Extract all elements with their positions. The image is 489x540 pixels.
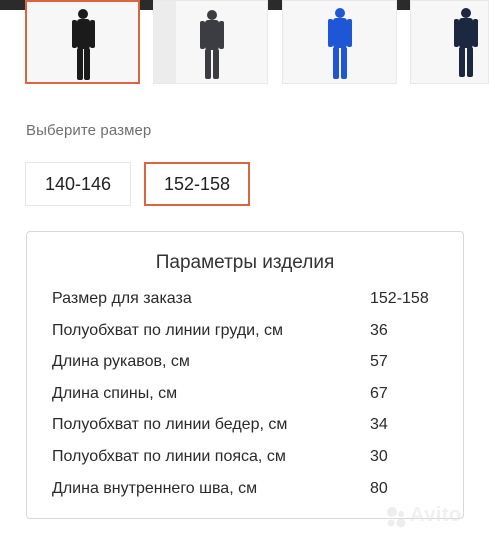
thumbnail-blue-thermal-set[interactable] bbox=[282, 0, 397, 84]
product-gallery-thumbnails bbox=[0, 0, 489, 86]
param-value: 152-158 bbox=[370, 290, 429, 307]
thumbnail-black-thermal-set[interactable] bbox=[25, 0, 140, 84]
size-option-152-158[interactable]: 152-158 bbox=[144, 162, 250, 206]
param-name: Длина спины, см bbox=[52, 385, 178, 402]
product-params-card: Параметры изделия Размер для заказа 152-… bbox=[26, 231, 464, 519]
param-name: Полуобхват по линии груди, см bbox=[52, 322, 283, 339]
choose-size-label: Выберите размер bbox=[26, 122, 152, 139]
thumbnail-gray-thermal-set[interactable] bbox=[153, 0, 268, 84]
param-value: 36 bbox=[370, 322, 388, 339]
blue-thermal-set-image bbox=[328, 8, 352, 79]
param-name: Длина рукавов, см bbox=[52, 353, 190, 370]
param-value: 67 bbox=[370, 385, 388, 402]
param-name: Размер для заказа bbox=[52, 290, 192, 307]
navy-thermal-set-image bbox=[454, 8, 478, 77]
param-name: Полуобхват по линии пояса, см bbox=[52, 448, 286, 465]
param-value: 34 bbox=[370, 416, 388, 433]
avito-watermark: Avito bbox=[384, 503, 480, 529]
watermark-text: Avito bbox=[410, 504, 462, 526]
param-value: 57 bbox=[370, 353, 388, 370]
param-value: 80 bbox=[370, 480, 388, 497]
param-row: Полуобхват по линии бедер, см 34 bbox=[52, 416, 452, 440]
param-row: Полуобхват по линии пояса, см 30 bbox=[52, 448, 452, 472]
param-row: Длина рукавов, см 57 bbox=[52, 353, 452, 377]
param-row: Размер для заказа 152-158 bbox=[52, 290, 452, 314]
param-value: 30 bbox=[370, 448, 388, 465]
thumbnail-navy-thermal-set[interactable] bbox=[410, 0, 489, 84]
black-thermal-set-image bbox=[72, 9, 95, 80]
size-option-140-146[interactable]: 140-146 bbox=[25, 162, 131, 206]
param-name: Полуобхват по линии бедер, см bbox=[52, 416, 288, 433]
param-row: Длина спины, см 67 bbox=[52, 385, 452, 409]
params-title: Параметры изделия bbox=[155, 252, 335, 273]
param-row: Длина внутреннего шва, см 80 bbox=[52, 480, 452, 504]
gray-thermal-set-image bbox=[200, 10, 224, 79]
avito-logo-icon bbox=[387, 507, 406, 528]
param-name: Длина внутреннего шва, см bbox=[52, 480, 258, 497]
param-row: Полуобхват по линии груди, см 36 bbox=[52, 322, 452, 346]
